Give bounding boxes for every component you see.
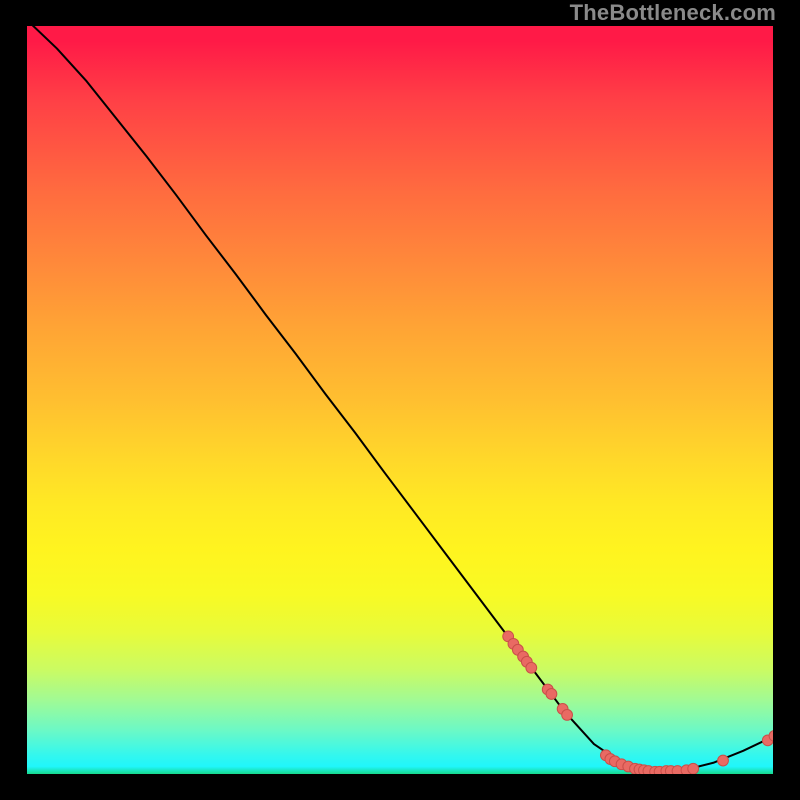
data-point [546, 689, 557, 700]
plot-area [27, 26, 773, 774]
data-point [526, 662, 537, 673]
data-point [688, 763, 699, 774]
data-point [718, 755, 729, 766]
curve-line [27, 26, 773, 772]
chart-svg [27, 26, 773, 774]
chart-stage: TheBottleneck.com [0, 0, 800, 800]
data-point [562, 710, 573, 721]
watermark-text: TheBottleneck.com [570, 0, 776, 26]
